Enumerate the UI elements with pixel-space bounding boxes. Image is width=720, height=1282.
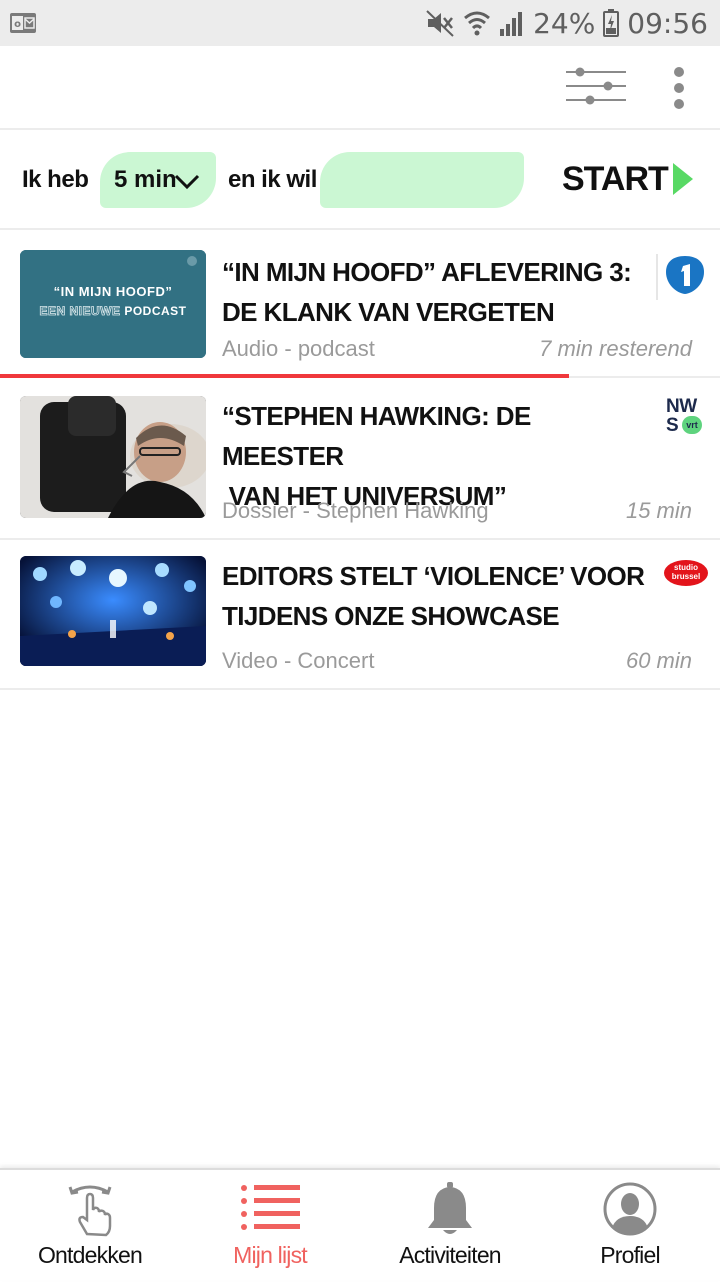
svg-text:o: o	[14, 19, 21, 30]
list-icon	[241, 1185, 300, 1230]
item-duration: 15 min	[625, 498, 692, 523]
stephen-hawking-thumbnail	[20, 396, 206, 518]
more-vert-icon[interactable]	[664, 66, 694, 110]
item-meta: Dossier - Stephen Hawking	[222, 498, 489, 523]
wifi-icon	[464, 11, 491, 36]
battery-percent: 24%	[533, 6, 596, 40]
list-item[interactable]: EDITORS STELT ‘VIOLENCE’ VOOR TIJDENS ON…	[0, 540, 720, 690]
item-title: “IN MIJN HOOFD” AFLEVERING 3: DE KLANK V…	[222, 257, 632, 327]
duration-value: 5 min	[114, 166, 177, 193]
status-icons: 24% 09:56	[425, 6, 708, 40]
en-ik-wil-label: en ik wil	[228, 166, 317, 193]
radio1-badge	[666, 256, 704, 294]
nav-mijn-lijst[interactable]: Mijn lijst	[180, 1170, 360, 1282]
nav-ontdekken[interactable]: Ontdekken	[0, 1170, 180, 1282]
nav-label-profiel: Profiel	[600, 1242, 660, 1268]
mute-icon	[426, 10, 454, 37]
item-title: EDITORS STELT ‘VIOLENCE’ VOOR TIJDENS ON…	[222, 561, 645, 631]
signal-icon	[500, 12, 523, 36]
radio1-logo	[656, 254, 706, 301]
nav-label-mijn-lijst: Mijn lijst	[233, 1242, 308, 1268]
play-arrow-icon	[673, 163, 693, 195]
concert-thumbnail	[20, 556, 206, 666]
list-item[interactable]: “STEPHEN HAWKING: DE MEESTER VAN HET UNI…	[0, 378, 720, 540]
filter-sliders-icon[interactable]	[562, 66, 630, 108]
start-button[interactable]: START	[562, 160, 702, 200]
clock: 09:56	[627, 6, 708, 40]
hawking-photo	[20, 396, 206, 518]
item-meta: Video - Concert	[222, 648, 375, 673]
duration-dropdown[interactable]: 5 min	[100, 152, 216, 208]
nav-activiteiten[interactable]: Activiteiten	[360, 1170, 540, 1282]
nav-profiel[interactable]: Profiel	[540, 1170, 720, 1282]
nav-label-activiteiten: Activiteiten	[399, 1242, 501, 1268]
concert-photo	[20, 556, 206, 666]
thumb-subtitle: EEN NIEUWE PODCAST	[39, 304, 187, 319]
chevron-down-icon	[174, 174, 200, 190]
start-label: START	[562, 160, 669, 198]
bell-icon	[428, 1182, 472, 1234]
podcast-thumbnail: “IN MIJN HOOFD” EEN NIEUWE PODCAST	[20, 250, 206, 358]
ik-heb-label: Ik heb	[22, 166, 89, 193]
battery-charging-icon	[603, 9, 620, 37]
thumb-title: “IN MIJN HOOFD”	[53, 284, 173, 299]
outlook-icon: o	[10, 13, 36, 33]
item-duration: 60 min	[625, 648, 692, 673]
nws-logo: NW S vrt	[666, 397, 706, 446]
top-toolbar	[0, 46, 720, 130]
item-meta: Audio - podcast	[222, 336, 375, 361]
status-bar: o 24% 09:56	[0, 0, 720, 46]
swipe-hand-icon	[68, 1185, 112, 1237]
want-dropdown[interactable]	[320, 152, 524, 208]
list-item[interactable]: “IN MIJN HOOFD” EEN NIEUWE PODCAST “IN M…	[0, 230, 720, 378]
item-duration: 7 min resterend	[539, 336, 692, 361]
bottom-navigation: Ontdekken Mijn lijst Activiteiten Profie…	[0, 1168, 720, 1280]
profile-icon	[603, 1182, 657, 1236]
studio-brussel-logo: studio brussel	[664, 560, 708, 586]
time-selector-bar: Ik heb 5 min en ik wil START	[0, 130, 720, 230]
nav-label-ontdekken: Ontdekken	[37, 1242, 143, 1268]
